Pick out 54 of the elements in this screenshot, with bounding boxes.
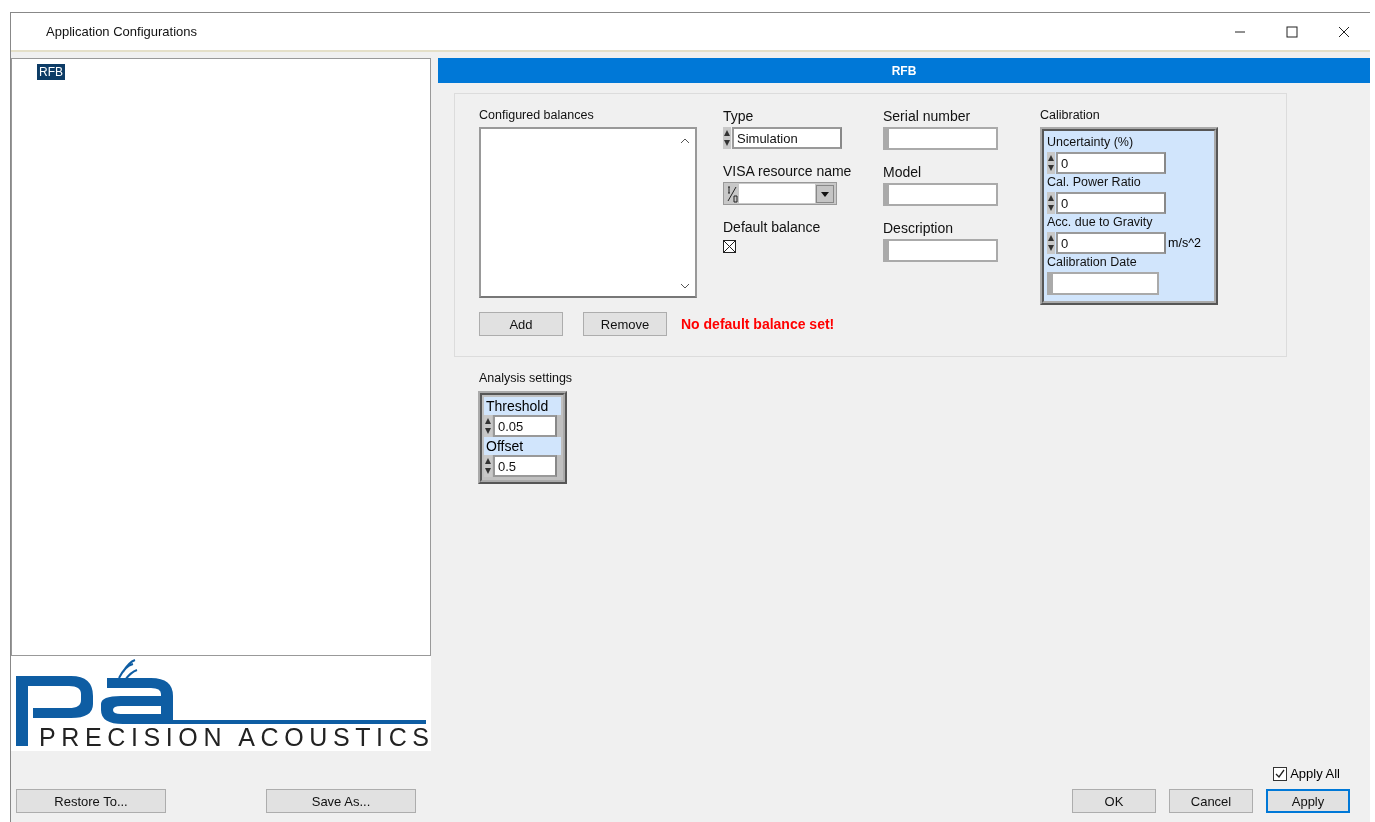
field-label: Acc. due to Gravity [1047,215,1153,229]
text-field[interactable] [883,183,998,206]
checkbox-label: Apply All [1290,766,1340,781]
field-label: Description [883,220,954,236]
visa-resource-dropdown[interactable] [723,182,837,205]
field-label: Threshold [484,397,561,415]
field-label: Calibration [1040,108,1100,122]
dialog-button[interactable]: Restore To... [16,789,166,813]
field-label: Offset [484,437,561,455]
field-label: VISA resource name [723,163,852,179]
spinner-arrows-icon[interactable] [723,127,731,149]
scroll-down-icon[interactable] [680,282,690,290]
panel-header: RFB [438,58,1370,83]
date-field[interactable] [1047,272,1159,295]
unit-label: m/s^2 [1168,236,1201,250]
list-button[interactable]: Remove [583,312,667,336]
apply-all-checkbox[interactable]: Apply All [1273,766,1340,781]
spinner-arrows-icon[interactable] [1047,232,1055,254]
number-field[interactable]: 0 [1056,232,1166,254]
spinner-arrows-icon[interactable] [1047,192,1055,214]
spinner-arrows-icon[interactable] [1047,152,1055,174]
maximize-icon[interactable] [1286,25,1298,38]
dialog-button[interactable]: OK [1072,789,1156,813]
text-field[interactable] [883,127,998,150]
dialog-button[interactable]: Save As... [266,789,416,813]
type-field[interactable]: Simulation [732,127,842,149]
text-field[interactable] [883,239,998,262]
number-field[interactable]: 0 [1056,152,1166,174]
scroll-up-icon[interactable] [680,137,690,145]
section-label: Analysis settings [479,371,574,385]
field-label: Model [883,164,922,180]
io-icon [726,183,738,204]
list-button[interactable]: Add [479,312,563,336]
spinner-arrows-icon[interactable] [484,455,492,477]
field-label: Default balance [723,219,821,235]
field-label: Cal. Power Ratio [1047,175,1141,189]
dialog-button[interactable]: Cancel [1169,789,1253,813]
number-field[interactable]: 0 [1056,192,1166,214]
field-label: Type [723,108,754,124]
warning-text: No default balance set! [681,316,835,332]
field-label: Configured balances [479,108,594,122]
dialog-button[interactable]: Apply [1266,789,1350,813]
tree-item[interactable]: RFB [37,64,65,80]
window-title: Application Configurations [46,24,198,39]
logo-drawing: PRECISION ACOUSTICS [11,656,431,751]
field-label: Serial number [883,108,971,124]
field-label: Uncertainty (%) [1047,135,1134,149]
number-field[interactable]: 0.05 [493,415,557,437]
number-field[interactable]: 0.5 [493,455,557,477]
checkbox[interactable] [1273,766,1288,781]
field-label: Calibration Date [1047,255,1137,269]
checkbox[interactable] [723,240,736,253]
close-icon[interactable] [1338,25,1350,38]
spinner-arrows-icon[interactable] [484,415,492,437]
